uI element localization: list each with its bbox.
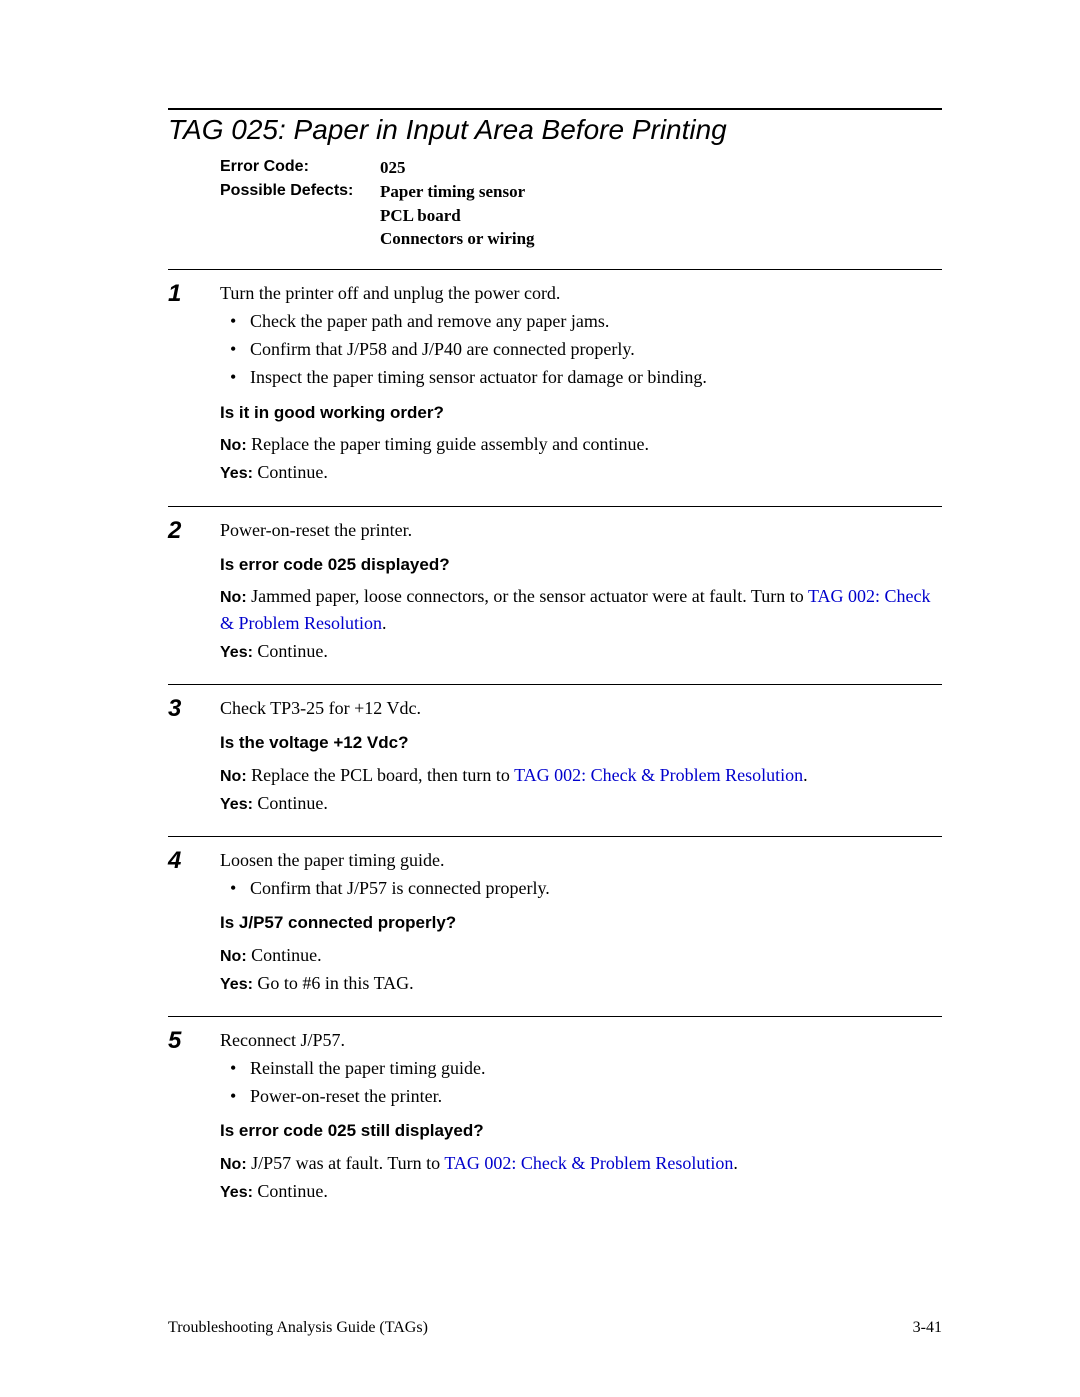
step-body: Check TP3-25 for +12 Vdc. Is the voltage… <box>220 695 942 818</box>
no-text-suffix: . <box>733 1153 738 1173</box>
answer-yes: Yes: Continue. <box>220 1178 942 1204</box>
no-label: No: <box>220 437 247 454</box>
bullet-item: Power-on-reset the printer. <box>220 1083 942 1109</box>
answer-no: No: Replace the paper timing guide assem… <box>220 431 942 457</box>
answer-no: No: Jammed paper, loose connectors, or t… <box>220 583 942 635</box>
no-text-prefix: J/P57 was at fault. Turn to <box>247 1153 445 1173</box>
no-label: No: <box>220 589 247 606</box>
yes-label: Yes: <box>220 644 253 661</box>
answer-yes: Yes: Go to #6 in this TAG. <box>220 970 942 996</box>
answer-no: No: J/P57 was at fault. Turn to TAG 002:… <box>220 1150 942 1176</box>
no-text-suffix: . <box>803 765 808 785</box>
step-body: Loosen the paper timing guide. Confirm t… <box>220 847 942 998</box>
meta-table: Error Code: 025 Possible Defects: Paper … <box>220 156 942 251</box>
step-body: Power-on-reset the printer. Is error cod… <box>220 517 942 666</box>
document-page: TAG 025: Paper in Input Area Before Prin… <box>0 0 1080 1206</box>
footer-left: Troubleshooting Analysis Guide (TAGs) <box>168 1319 428 1337</box>
yes-text: Continue. <box>253 1181 328 1201</box>
yes-label: Yes: <box>220 1184 253 1201</box>
step-number: 2 <box>168 517 220 666</box>
step-intro: Loosen the paper timing guide. <box>220 847 942 873</box>
no-text-prefix: Replace the PCL board, then turn to <box>247 765 514 785</box>
step-number: 3 <box>168 695 220 818</box>
answer-yes: Yes: Continue. <box>220 638 942 664</box>
yes-text: Go to #6 in this TAG. <box>253 973 414 993</box>
step-5: 5 Reconnect J/P57. Reinstall the paper t… <box>168 1016 942 1206</box>
yes-text: Continue. <box>253 793 328 813</box>
defect-item: Paper timing sensor <box>380 180 535 204</box>
bullet-item: Check the paper path and remove any pape… <box>220 308 942 334</box>
step-4: 4 Loosen the paper timing guide. Confirm… <box>168 836 942 998</box>
meta-value: 025 <box>380 156 406 180</box>
step-intro: Power-on-reset the printer. <box>220 517 942 543</box>
meta-label: Error Code: <box>220 156 380 180</box>
step-body: Reconnect J/P57. Reinstall the paper tim… <box>220 1027 942 1206</box>
step-question: Is the voltage +12 Vdc? <box>220 731 942 756</box>
answer-yes: Yes: Continue. <box>220 459 942 485</box>
no-text: Continue. <box>247 945 322 965</box>
step-body: Turn the printer off and unplug the powe… <box>220 280 942 487</box>
answer-no: No: Replace the PCL board, then turn to … <box>220 762 942 788</box>
meta-value-defects: Paper timing sensor PCL board Connectors… <box>380 180 535 251</box>
step-question: Is error code 025 still displayed? <box>220 1119 942 1144</box>
meta-row-defects: Possible Defects: Paper timing sensor PC… <box>220 180 942 251</box>
yes-label: Yes: <box>220 465 253 482</box>
no-label: No: <box>220 948 247 965</box>
step-intro: Turn the printer off and unplug the powe… <box>220 280 942 306</box>
step-question: Is J/P57 connected properly? <box>220 911 942 936</box>
tag-link[interactable]: TAG 002: Check & Problem Resolution <box>444 1153 733 1173</box>
tag-link[interactable]: TAG 002: Check & Problem Resolution <box>514 765 803 785</box>
footer-right: 3-41 <box>913 1319 942 1337</box>
no-label: No: <box>220 1156 247 1173</box>
meta-label: Possible Defects: <box>220 180 380 251</box>
defect-item: PCL board <box>380 204 535 228</box>
meta-row-error-code: Error Code: 025 <box>220 156 942 180</box>
bullet-item: Confirm that J/P57 is connected properly… <box>220 875 942 901</box>
page-footer: Troubleshooting Analysis Guide (TAGs) 3-… <box>168 1319 942 1337</box>
step-2: 2 Power-on-reset the printer. Is error c… <box>168 506 942 666</box>
answer-no: No: Continue. <box>220 942 942 968</box>
bullet-item: Inspect the paper timing sensor actuator… <box>220 364 942 390</box>
step-bullets: Check the paper path and remove any pape… <box>220 308 942 390</box>
yes-text: Continue. <box>253 462 328 482</box>
yes-label: Yes: <box>220 796 253 813</box>
step-3: 3 Check TP3-25 for +12 Vdc. Is the volta… <box>168 684 942 818</box>
yes-label: Yes: <box>220 976 253 993</box>
step-bullets: Confirm that J/P57 is connected properly… <box>220 875 942 901</box>
step-intro: Reconnect J/P57. <box>220 1027 942 1053</box>
yes-text: Continue. <box>253 641 328 661</box>
bullet-item: Reinstall the paper timing guide. <box>220 1055 942 1081</box>
step-1: 1 Turn the printer off and unplug the po… <box>168 269 942 487</box>
answer-yes: Yes: Continue. <box>220 790 942 816</box>
step-question: Is it in good working order? <box>220 401 942 426</box>
step-bullets: Reinstall the paper timing guide. Power-… <box>220 1055 942 1109</box>
no-text: Replace the paper timing guide assembly … <box>247 434 649 454</box>
step-number: 4 <box>168 847 220 998</box>
top-rule <box>168 108 942 110</box>
step-intro: Check TP3-25 for +12 Vdc. <box>220 695 942 721</box>
no-text-prefix: Jammed paper, loose connectors, or the s… <box>247 586 808 606</box>
no-label: No: <box>220 768 247 785</box>
no-text-suffix: . <box>382 613 387 633</box>
defect-item: Connectors or wiring <box>380 227 535 251</box>
step-question: Is error code 025 displayed? <box>220 553 942 578</box>
step-number: 5 <box>168 1027 220 1206</box>
bullet-item: Confirm that J/P58 and J/P40 are connect… <box>220 336 942 362</box>
page-title: TAG 025: Paper in Input Area Before Prin… <box>168 114 942 146</box>
step-number: 1 <box>168 280 220 487</box>
